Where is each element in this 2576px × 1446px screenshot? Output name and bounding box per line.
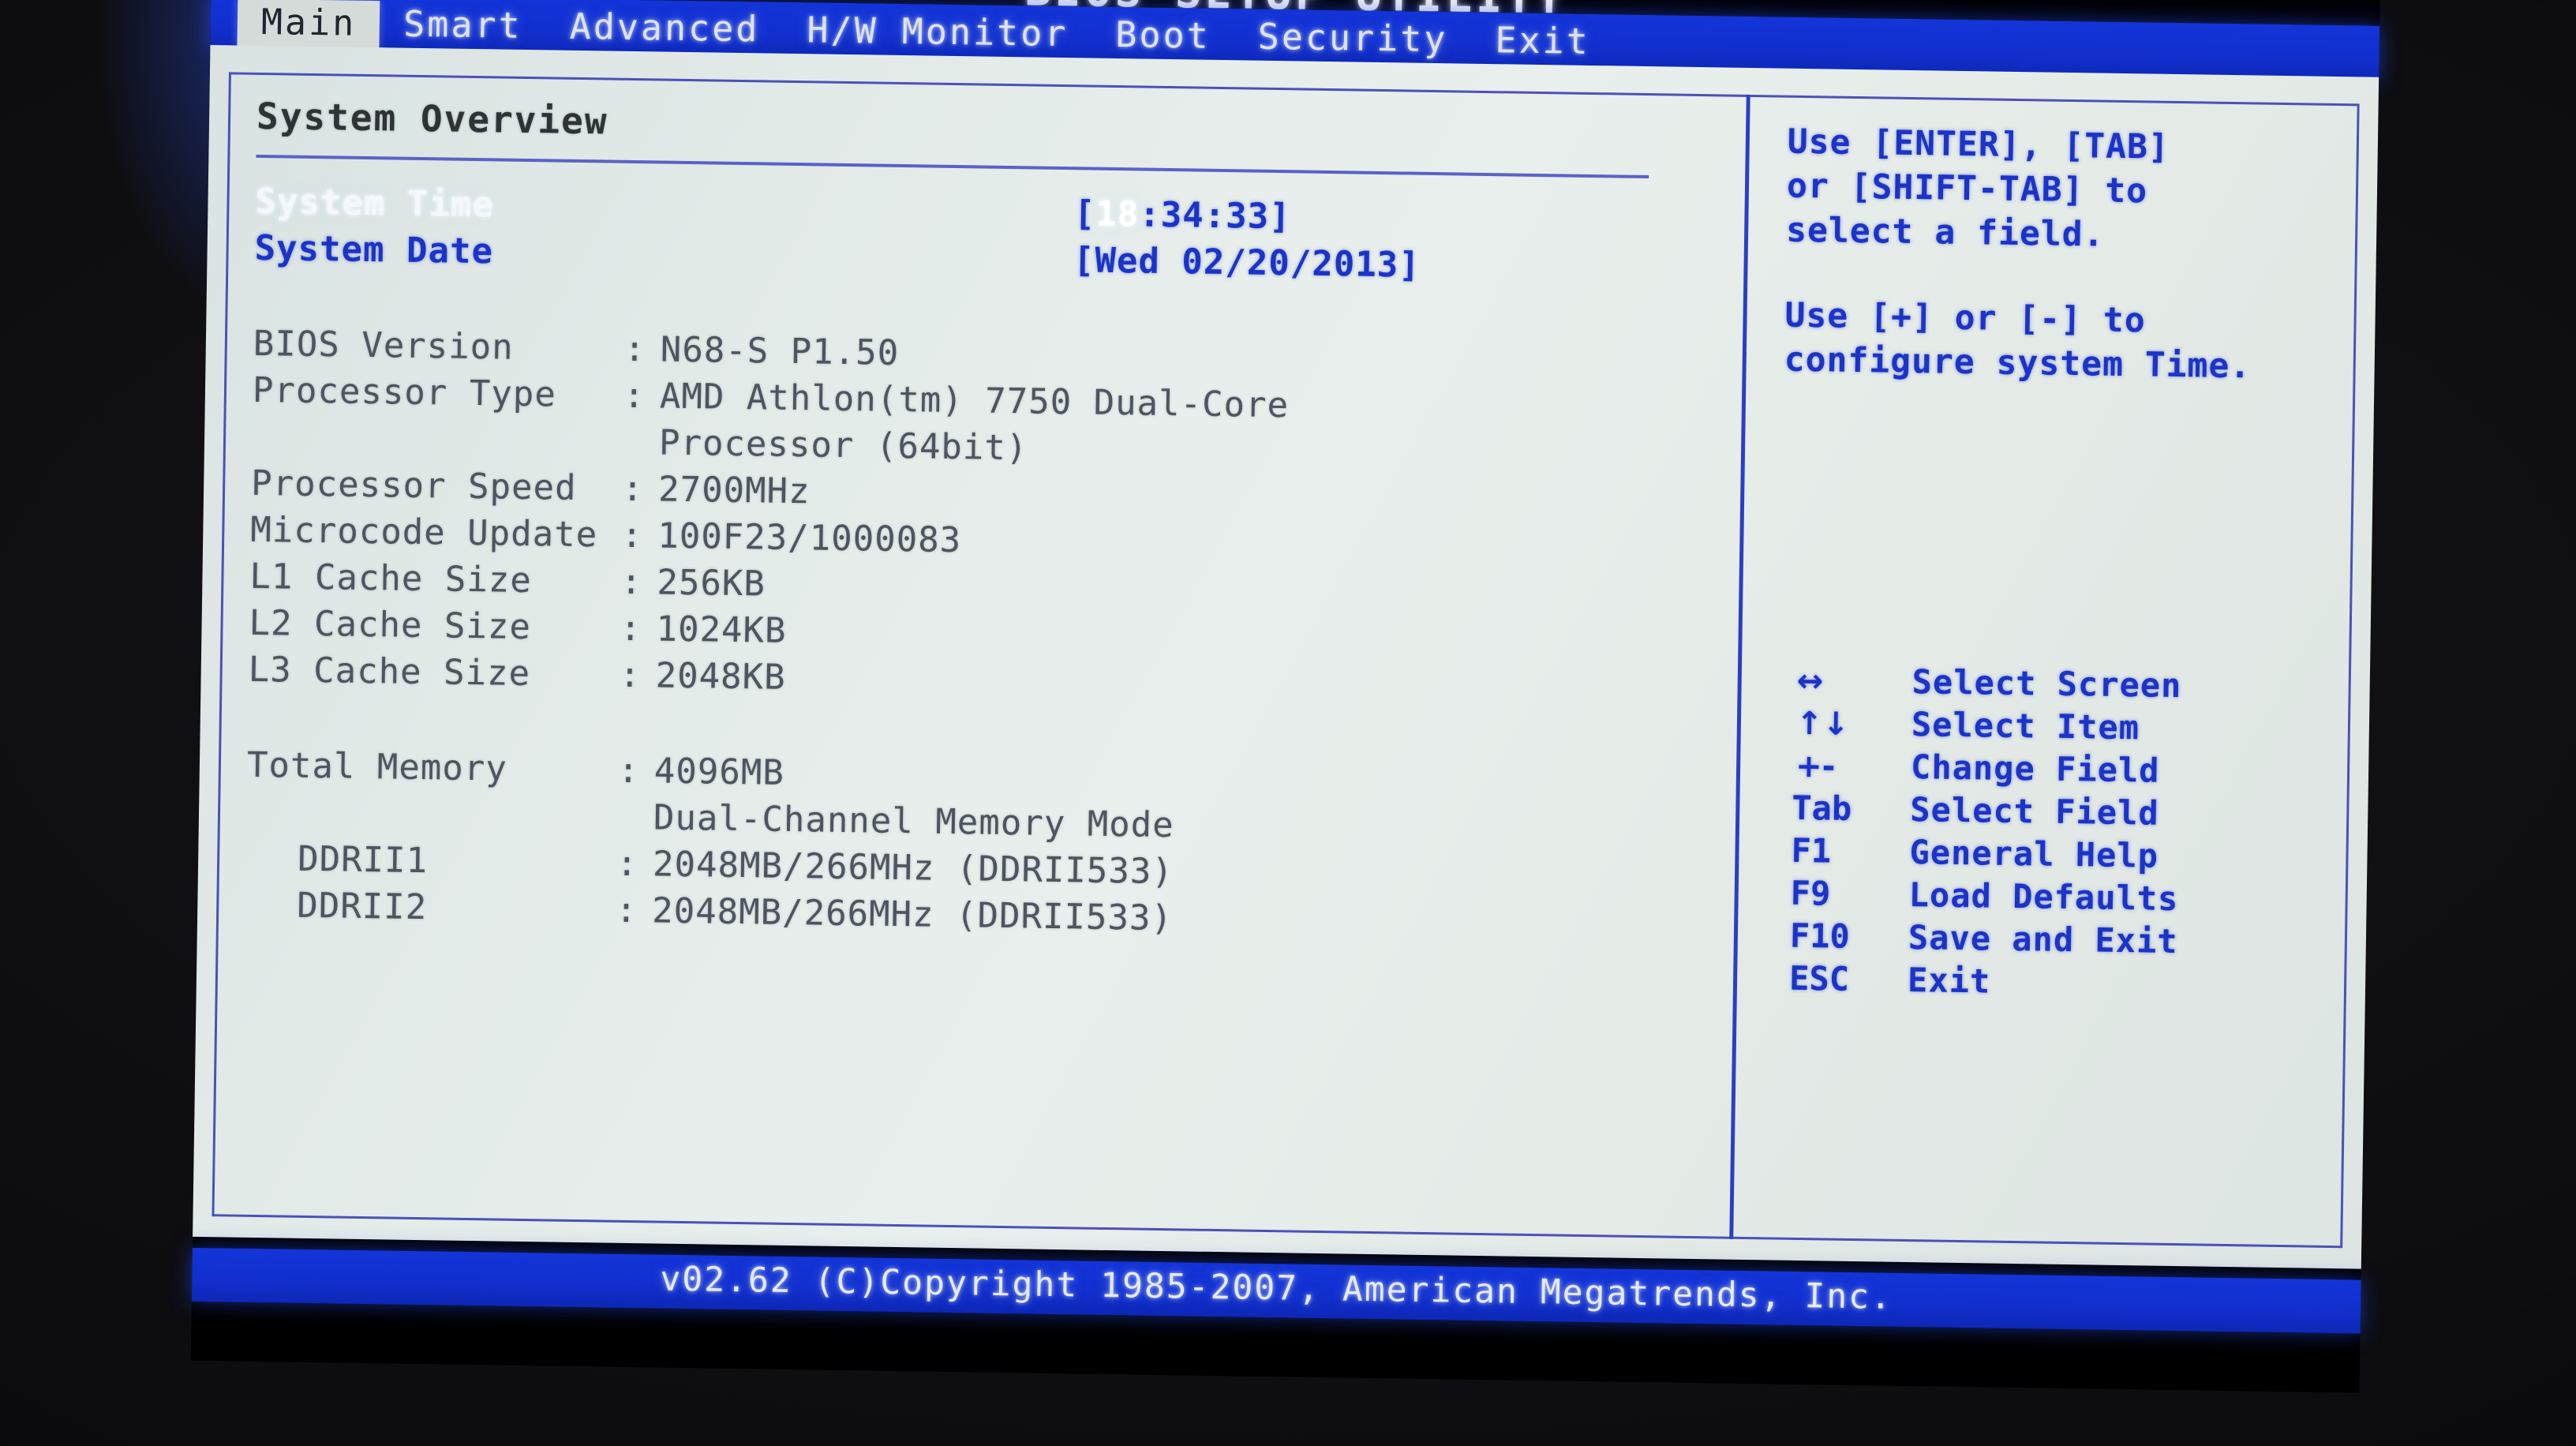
key-row-exit: ESC Exit (1775, 959, 2344, 1010)
tab-security[interactable]: Security (1234, 13, 1472, 65)
bios-version-value: N68-S P1.50 (660, 329, 900, 373)
l1-cache-value: 256KB (657, 562, 766, 605)
l2-cache-label: L2 Cache Size (249, 602, 532, 648)
bios-version-sep: : (623, 328, 646, 370)
key-desc-select-field: Select Field (1909, 790, 2160, 833)
key-name-tab: Tab (1791, 788, 1852, 828)
time-bracket-open: [ (1073, 193, 1096, 234)
key-desc-select-item: Select Item (1911, 705, 2140, 747)
l3-cache-sep: : (619, 654, 642, 696)
system-time-value[interactable]: [18:34:33] (1073, 193, 1291, 237)
tab-hw-monitor[interactable]: H/W Monitor (783, 6, 1092, 59)
photographed-monitor: BIOS SETUP UTILITY Main Smart Advanced H… (0, 0, 2576, 1446)
content-panel: System Overview System Time [18:34:33] S… (193, 44, 2379, 1269)
ddrii2-value: 2048MB/266MHz (DDRII533) (651, 890, 1174, 939)
time-hours[interactable]: 18 (1095, 194, 1140, 235)
l1-cache-sep: : (620, 561, 643, 603)
key-desc-save-and-exit: Save and Exit (1908, 918, 2178, 961)
system-date-label: System Date (254, 227, 494, 272)
system-time-label: System Time (255, 181, 495, 226)
help-line-1: Use [ENTER], [TAB] (1787, 122, 2170, 167)
key-desc-exit: Exit (1907, 961, 1991, 1001)
ddrii1-value: 2048MB/266MHz (DDRII533) (652, 844, 1174, 893)
ddrii1-label: DDRII1 (297, 838, 429, 882)
key-name-f9: F9 (1790, 873, 1831, 913)
microcode-update-value: 100F23/1000083 (657, 515, 962, 561)
processor-type-value-cont: Processor (64bit) (658, 422, 1028, 469)
tab-boot[interactable]: Boot (1091, 11, 1234, 62)
ddrii2-sep: : (615, 890, 638, 931)
key-desc-select-screen: Select Screen (1911, 662, 2182, 706)
processor-type-sep: : (623, 375, 646, 417)
l3-cache-value: 2048KB (655, 655, 786, 698)
help-panel: Use [ENTER], [TAB] or [SHIFT-TAB] to sel… (1784, 122, 2340, 392)
time-rest: :34:33] (1138, 194, 1292, 238)
up-down-arrow-icon: ↑↓ (1795, 705, 1850, 743)
total-memory-value: 4096MB (653, 751, 785, 793)
system-date-value[interactable]: [Wed 02/20/2013] (1073, 240, 1421, 286)
total-memory-label: Total Memory (246, 744, 508, 789)
tab-main[interactable]: Main (237, 0, 380, 49)
key-desc-general-help: General Help (1909, 833, 2159, 875)
processor-type-value: AMD Athlon(tm) 7750 Dual-Core (659, 376, 1290, 426)
l3-cache-label: L3 Cache Size (248, 649, 531, 695)
system-overview-column: System Overview System Time [18:34:33] S… (245, 95, 1717, 953)
total-memory-sep: : (617, 750, 640, 792)
ddrii1-sep: : (616, 843, 639, 885)
tab-advanced[interactable]: Advanced (545, 3, 784, 54)
microcode-update-sep: : (620, 515, 644, 556)
processor-speed-label: Processor Speed (250, 463, 577, 508)
tab-smart[interactable]: Smart (380, 1, 546, 51)
tab-exit[interactable]: Exit (1471, 17, 1614, 67)
key-name-esc: ESC (1788, 958, 1850, 998)
key-legend: ↔ Select Screen ↑↓ Select Item +- Change… (1775, 661, 2348, 1010)
memory-mode-value: Dual-Channel Memory Mode (653, 797, 1175, 846)
l2-cache-value: 1024KB (656, 609, 787, 651)
section-divider (256, 154, 1649, 179)
help-line-5: configure system Time. (1784, 339, 2252, 387)
bios-version-label: BIOS Version (253, 323, 515, 368)
help-line-3: select a field. (1785, 210, 2105, 255)
help-line-4: Use [+] or [-] to (1784, 295, 2147, 341)
system-info-group: BIOS Version : N68-S P1.50 Processor Typ… (248, 324, 1713, 717)
microcode-update-label: Microcode Update (249, 509, 598, 556)
processor-speed-value: 2700MHz (657, 469, 811, 512)
l1-cache-label: L1 Cache Size (249, 556, 533, 601)
help-line-2: or [SHIFT-TAB] to (1786, 166, 2148, 212)
memory-group: Total Memory : 4096MB Dual-Channel Memor… (245, 745, 1707, 953)
l2-cache-sep: : (620, 608, 642, 650)
key-desc-load-defaults: Load Defaults (1908, 875, 2179, 919)
plus-minus-icon: +- (1795, 747, 1836, 785)
ddrii2-label: DDRII2 (296, 885, 428, 928)
key-desc-change-field: Change Field (1910, 747, 2160, 790)
left-right-arrow-icon: ↔ (1796, 662, 1824, 700)
bios-screen: BIOS SETUP UTILITY Main Smart Advanced H… (190, 0, 2380, 1393)
processor-speed-sep: : (621, 468, 645, 510)
key-name-f1: F1 (1791, 830, 1832, 871)
processor-type-label: Processor Type (252, 369, 557, 415)
key-name-f10: F10 (1789, 916, 1851, 956)
